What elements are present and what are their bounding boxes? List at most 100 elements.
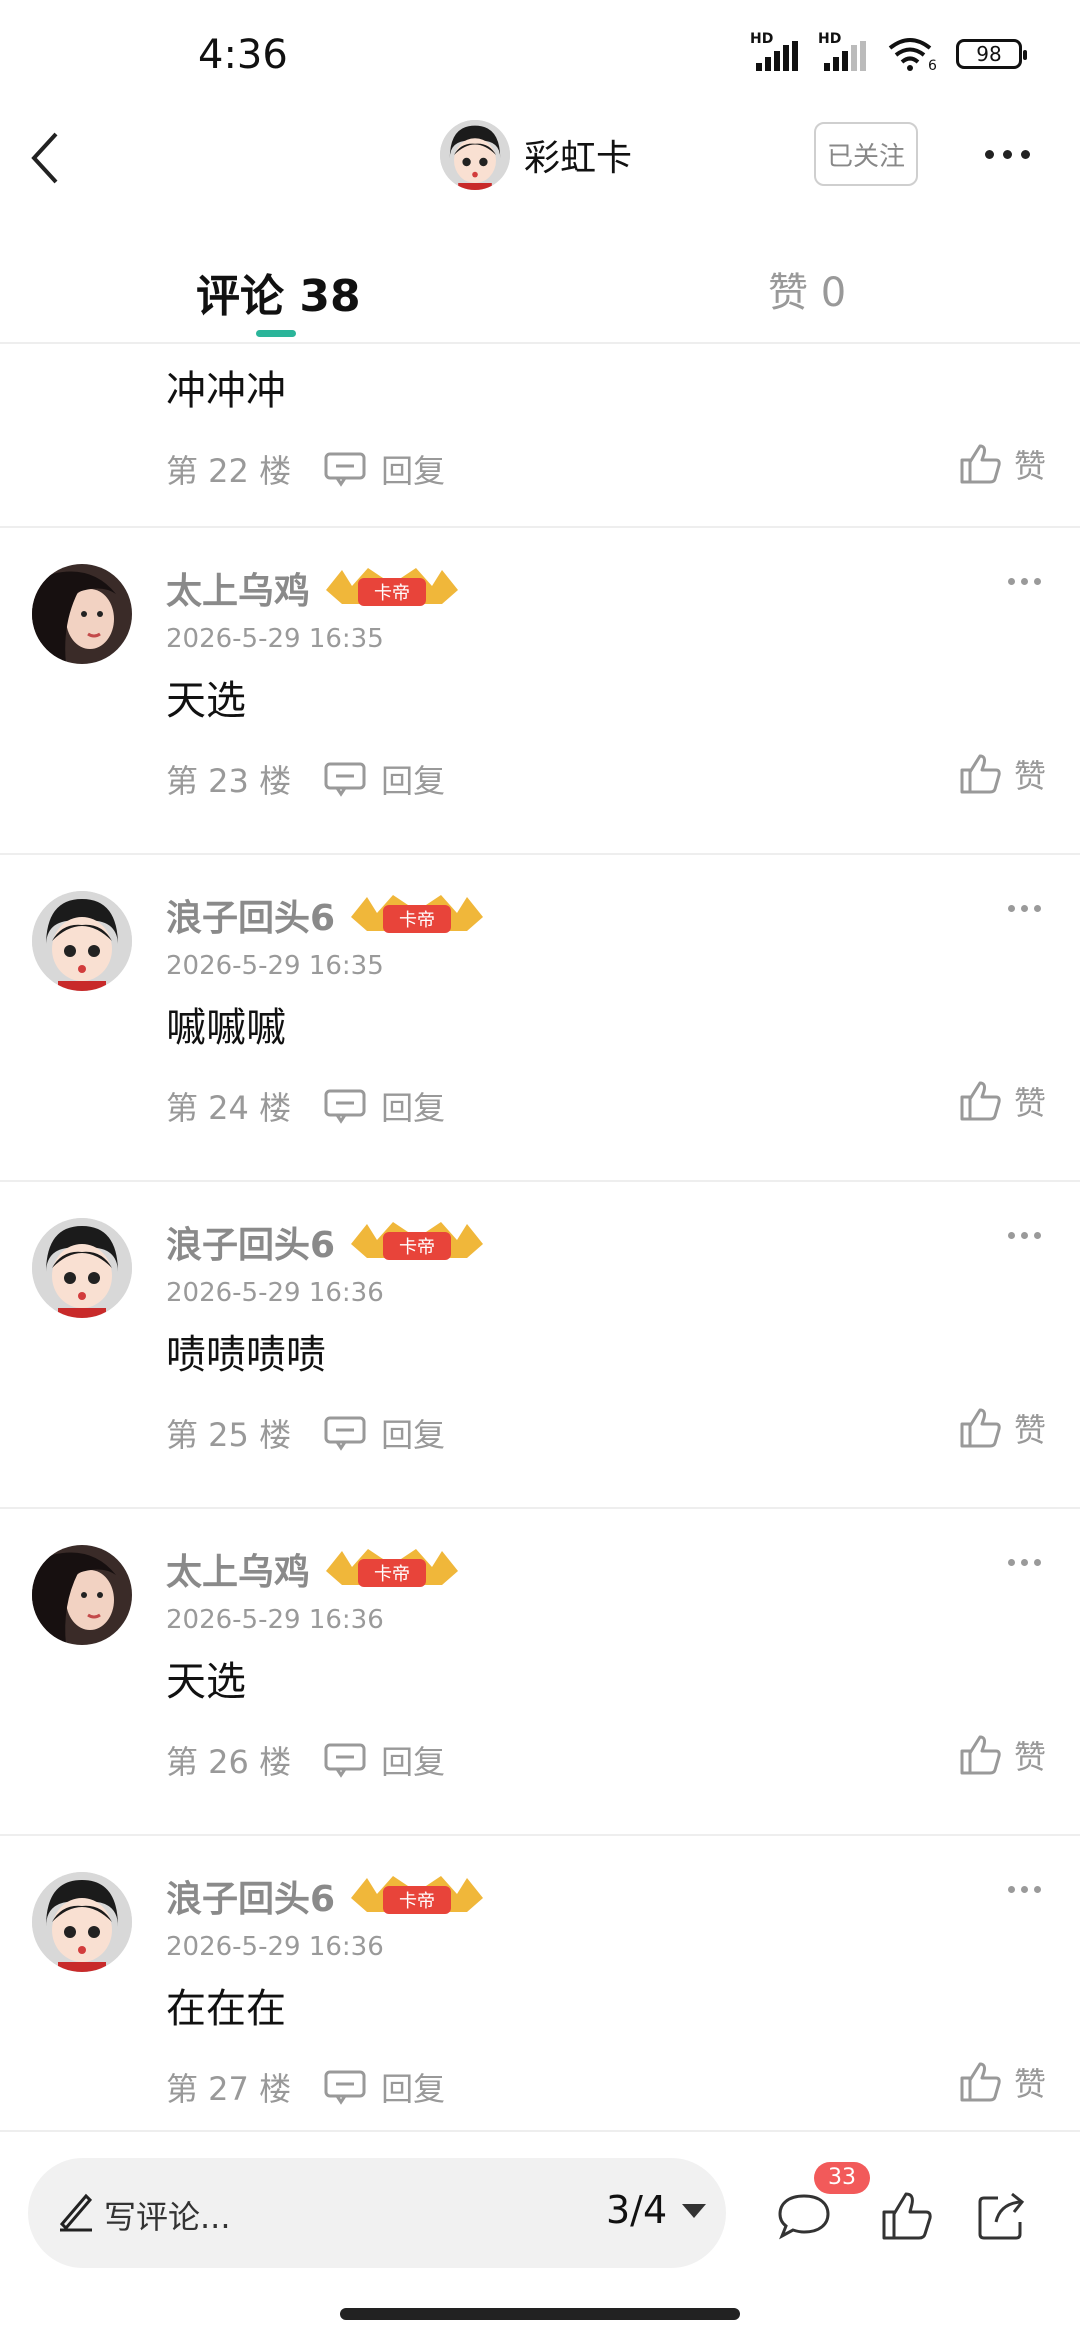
reply-button[interactable]: 回复 xyxy=(381,446,445,492)
user-avatar[interactable] xyxy=(32,1218,132,1318)
write-comment-input[interactable]: 写评论... 3/4 xyxy=(28,2158,726,2268)
thumbs-up-icon[interactable] xyxy=(956,750,1004,798)
status-icons: HD HD 6 98 xyxy=(750,31,1027,72)
tab-bar: 评论 38 赞 0 xyxy=(0,230,1080,344)
cell-signal-icon: HD xyxy=(750,31,800,71)
reply-icon[interactable] xyxy=(323,1088,367,1124)
thumbs-up-icon[interactable] xyxy=(956,2058,1004,2106)
follow-button[interactable]: 已关注 xyxy=(814,122,918,186)
username[interactable]: 浪子回头6 xyxy=(166,889,335,941)
floor-number: 第 23 楼 xyxy=(166,762,292,800)
comment-meta: 第 22 楼 回复 xyxy=(166,446,445,492)
comment-text: 嘁嘁嘁 xyxy=(166,1005,286,1051)
like-button[interactable]: 赞 xyxy=(956,1404,1046,1452)
user-row: 浪子回头6 卡帝 xyxy=(166,1870,487,1922)
comment-text: 在在在 xyxy=(166,1986,286,2032)
comment-item: 浪子回头6 卡帝 2026-5-29 16:35 嘁嘁嘁 第 24 楼 回复 赞 xyxy=(0,855,1080,1182)
badge-text: 卡帝 xyxy=(399,1237,435,1258)
reply-button[interactable]: 回复 xyxy=(381,1410,445,1456)
comment-item: 浪子回头6 卡帝 2026-5-29 16:36 啧啧啧啧 第 25 楼 回复 … xyxy=(0,1182,1080,1509)
comment-more-icon[interactable] xyxy=(1008,1886,1041,1893)
tab-comments[interactable]: 评论 38 xyxy=(196,260,361,324)
thumbs-up-icon[interactable] xyxy=(956,1077,1004,1125)
comment-text: 天选 xyxy=(166,1659,246,1705)
username[interactable]: 太上乌鸡 xyxy=(166,1543,310,1595)
comment-date: 2026-5-29 16:36 xyxy=(166,1932,384,1962)
floor-number: 第 24 楼 xyxy=(166,1089,292,1127)
reply-button[interactable]: 回复 xyxy=(381,756,445,802)
thumbs-up-icon[interactable] xyxy=(956,1731,1004,1779)
thumbs-up-icon[interactable] xyxy=(956,440,1004,488)
reply-icon[interactable] xyxy=(323,2069,367,2105)
comment-item: 冲冲冲 第 22 楼 回复 赞 xyxy=(0,342,1080,528)
floor-number: 第 22 楼 xyxy=(166,452,292,490)
comment-meta: 第 25 楼 回复 xyxy=(166,1410,445,1456)
tab-comments-label: 评论 xyxy=(196,271,284,322)
like-label: 赞 xyxy=(1014,1411,1047,1449)
header-avatar[interactable] xyxy=(440,120,510,190)
comment-date: 2026-5-29 16:35 xyxy=(166,624,384,654)
user-avatar[interactable] xyxy=(32,1545,132,1645)
page-indicator[interactable]: 3/4 xyxy=(606,2188,667,2232)
comment-more-icon[interactable] xyxy=(1008,1232,1041,1239)
floor-number: 第 25 楼 xyxy=(166,1416,292,1454)
wifi-6-label: 6 xyxy=(928,58,937,72)
back-arrow-icon[interactable] xyxy=(22,128,82,188)
home-indicator[interactable] xyxy=(340,2308,740,2320)
username[interactable]: 太上乌鸡 xyxy=(166,562,310,614)
user-avatar[interactable] xyxy=(32,1872,132,1972)
crown-badge: 卡帝 xyxy=(351,1222,484,1260)
like-button[interactable]: 赞 xyxy=(956,1731,1046,1779)
user-avatar[interactable] xyxy=(32,564,132,664)
reply-button[interactable]: 回复 xyxy=(381,1737,445,1783)
comment-meta: 第 23 楼 回复 xyxy=(166,756,445,802)
like-label: 赞 xyxy=(1014,757,1047,795)
reply-icon[interactable] xyxy=(323,1742,367,1778)
cell-signal-icon-2: HD xyxy=(818,31,868,71)
page-dropdown-icon[interactable] xyxy=(682,2204,706,2218)
like-button[interactable]: 赞 xyxy=(956,1077,1046,1125)
share-icon[interactable] xyxy=(972,2186,1032,2246)
user-row: 太上乌鸡 卡帝 xyxy=(166,562,462,614)
reply-icon[interactable] xyxy=(323,451,367,487)
tab-likes[interactable]: 赞 0 xyxy=(768,260,846,318)
comment-item: 太上乌鸡 卡帝 2026-5-29 16:36 天选 第 26 楼 回复 赞 xyxy=(0,1509,1080,1836)
status-time: 4:36 xyxy=(198,32,288,78)
comment-item: 太上乌鸡 卡帝 2026-5-29 16:35 天选 第 23 楼 回复 赞 xyxy=(0,528,1080,855)
comment-more-icon[interactable] xyxy=(1008,578,1041,585)
comment-count-badge: 33 xyxy=(814,2162,870,2194)
comment-meta: 第 26 楼 回复 xyxy=(166,1737,445,1783)
comment-placeholder: 写评论... xyxy=(104,2198,231,2236)
thumbs-up-icon[interactable] xyxy=(876,2186,936,2246)
pencil-icon xyxy=(59,2193,93,2232)
header-username: 彩虹卡 xyxy=(524,138,633,179)
comment-date: 2026-5-29 16:35 xyxy=(166,951,384,981)
header-user[interactable]: 彩虹卡 xyxy=(440,120,632,190)
username[interactable]: 浪子回头6 xyxy=(166,1870,335,1922)
comment-date: 2026-5-29 16:36 xyxy=(166,1278,384,1308)
user-avatar[interactable] xyxy=(32,891,132,991)
badge-text: 卡帝 xyxy=(399,910,435,931)
username[interactable]: 浪子回头6 xyxy=(166,1216,335,1268)
reply-icon[interactable] xyxy=(323,1415,367,1451)
comment-more-icon[interactable] xyxy=(1008,1559,1041,1566)
thumbs-up-icon[interactable] xyxy=(956,1404,1004,1452)
like-button[interactable]: 赞 xyxy=(956,750,1046,798)
comment-more-icon[interactable] xyxy=(1008,905,1041,912)
reply-button[interactable]: 回复 xyxy=(381,2064,445,2110)
reply-icon[interactable] xyxy=(323,761,367,797)
reply-button[interactable]: 回复 xyxy=(381,1083,445,1129)
like-label: 赞 xyxy=(1014,2065,1047,2103)
floor-number: 第 27 楼 xyxy=(166,2070,292,2108)
comment-date: 2026-5-29 16:36 xyxy=(166,1605,384,1635)
comment-icon[interactable] xyxy=(774,2186,834,2246)
comment-meta: 第 27 楼 回复 xyxy=(166,2064,445,2110)
tab-comments-count: 38 xyxy=(299,271,361,322)
more-icon[interactable] xyxy=(985,144,1035,164)
status-bar: 4:36 HD HD 6 98 xyxy=(0,0,1080,110)
like-button[interactable]: 赞 xyxy=(956,440,1046,488)
like-button[interactable]: 赞 xyxy=(956,2058,1046,2106)
user-row: 浪子回头6 卡帝 xyxy=(166,1216,487,1268)
comment-list[interactable]: 冲冲冲 第 22 楼 回复 赞 太上乌鸡 卡帝 2026-5-29 16:35 … xyxy=(0,342,1080,2130)
crown-badge: 卡帝 xyxy=(351,895,484,933)
